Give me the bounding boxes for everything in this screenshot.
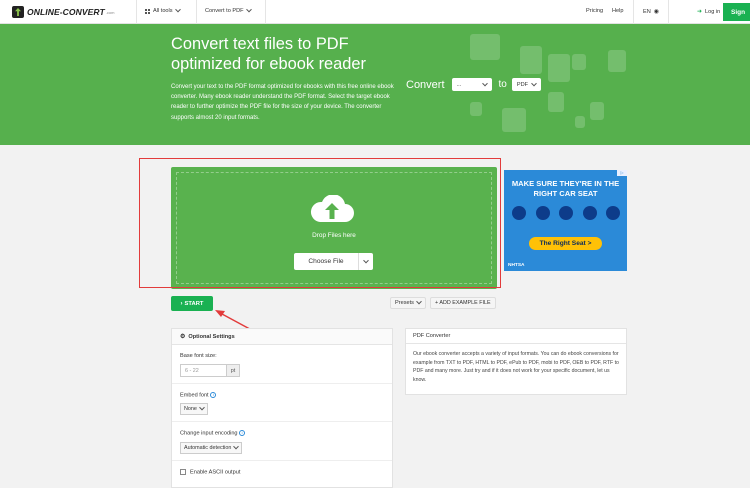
ascii-label: Enable ASCII output — [190, 469, 241, 476]
font-size-input[interactable]: 6 - 22 pt — [180, 364, 240, 377]
start-label: START — [184, 300, 204, 307]
nav-divider — [668, 0, 669, 24]
ascii-option[interactable]: Enable ASCII output — [180, 468, 384, 476]
login-link[interactable]: ➜ Log in — [697, 8, 721, 16]
top-navigation: ONLINE-CONVERT .com All tools Convert to… — [0, 0, 750, 24]
nav-divider — [265, 0, 266, 24]
language-label: EN — [643, 8, 651, 15]
ascii-setting: Enable ASCII output — [172, 461, 392, 481]
embed-font-value: None — [184, 406, 197, 413]
file-icon — [608, 50, 626, 72]
language-selector[interactable]: EN ◉ — [643, 8, 660, 16]
small-file-icon — [470, 102, 482, 116]
embed-font-label-wrap: Embed font i — [180, 392, 384, 398]
optional-settings-panel: ⚙ Optional Settings Base font size: 6 - … — [171, 328, 393, 488]
car-seat-icons — [512, 206, 620, 220]
convert-label: Convert — [406, 78, 445, 91]
ascii-checkbox[interactable] — [180, 468, 186, 475]
advertisement[interactable]: ▷ MAKE SURE THEY'RE IN THE RIGHT CAR SEA… — [504, 170, 627, 271]
convert-to-menu[interactable]: Convert to PDF — [205, 6, 252, 14]
globe-icon: ◉ — [653, 9, 660, 15]
logo-text: ONLINE-CONVERT — [27, 7, 105, 17]
help-link[interactable]: Help — [612, 8, 624, 14]
to-label: to — [498, 79, 507, 90]
pdf-converter-header: PDF Converter — [406, 329, 626, 344]
mail-icon — [470, 34, 500, 60]
target-format-select[interactable]: PDF — [511, 78, 542, 91]
chevron-down-icon — [233, 443, 240, 450]
convertible-seat-icon — [535, 206, 550, 220]
source-format-value: ... — [456, 81, 462, 88]
hero-banner: Convert text files to PDF optimized for … — [0, 24, 750, 145]
adult-seat-icon — [606, 206, 620, 220]
help-label: Help — [612, 8, 624, 14]
chart-icon — [502, 108, 526, 132]
target-format-value: PDF — [516, 81, 529, 88]
image-file-icon — [548, 92, 564, 112]
encoding-setting: Change input encoding i Automatic detect… — [172, 422, 392, 461]
login-icon: ➜ — [697, 9, 703, 15]
site-logo[interactable]: ONLINE-CONVERT .com — [12, 6, 114, 18]
seat-belt-icon — [582, 206, 597, 220]
grid-icon — [145, 8, 150, 14]
chevron-down-icon — [174, 6, 181, 13]
pdf-converter-info-panel: PDF Converter Our ebook converter accept… — [405, 328, 627, 395]
convert-format-selector: Convert ... to PDF — [406, 78, 542, 91]
presets-label: Presets — [395, 300, 414, 306]
embed-font-setting: Embed font i None — [172, 384, 392, 423]
encoding-value: Automatic detection — [184, 444, 232, 451]
all-tools-menu[interactable]: All tools — [145, 6, 181, 14]
font-size-unit: pt — [226, 365, 239, 376]
source-format-select[interactable]: ... — [451, 78, 492, 91]
font-size-label: Base font size: — [180, 353, 217, 359]
info-icon[interactable]: i — [239, 430, 246, 437]
encoding-label: Change input encoding — [180, 430, 238, 437]
optional-settings-header: ⚙ Optional Settings — [172, 329, 392, 345]
info-icon[interactable]: i — [210, 392, 217, 398]
start-button[interactable]: › START — [171, 296, 213, 311]
chevron-down-icon — [199, 405, 205, 411]
all-tools-label: All tools — [153, 8, 173, 14]
add-example-file-button[interactable]: + ADD EXAMPLE FILE — [430, 297, 496, 309]
encoding-label-wrap: Change input encoding i — [180, 430, 384, 437]
gear-icon: ⚙ — [180, 334, 186, 340]
convert-to-label: Convert to PDF — [205, 8, 244, 14]
booster-seat-icon — [559, 206, 573, 220]
chevron-down-icon — [531, 80, 537, 86]
document-icon — [520, 46, 542, 74]
infant-seat-icon — [512, 206, 526, 220]
font-size-placeholder[interactable]: 6 - 22 — [181, 365, 226, 376]
encoding-select[interactable]: Automatic detection — [180, 441, 243, 454]
font-size-setting: Base font size: 6 - 22 pt — [172, 345, 392, 384]
embed-font-select[interactable]: None — [180, 403, 208, 416]
logo-icon — [12, 6, 24, 18]
login-label: Log in — [705, 8, 721, 15]
embed-font-label: Embed font — [180, 392, 209, 399]
chevron-down-icon — [245, 6, 252, 13]
pricing-label: Pricing — [586, 8, 604, 14]
nav-divider — [196, 0, 197, 24]
optional-settings-title: Optional Settings — [188, 333, 235, 340]
ad-cta-button[interactable]: The Right Seat > — [529, 237, 602, 250]
pdf-converter-text: Our ebook converter accepts a variety of… — [413, 351, 619, 383]
ad-sponsor: NHTSA — [508, 263, 525, 268]
page-title: Convert text files to PDF optimized for … — [171, 35, 366, 73]
nav-divider — [633, 0, 634, 24]
nav-divider — [136, 0, 137, 24]
presets-dropdown[interactable]: Presets — [390, 297, 426, 309]
ad-choices-icon[interactable]: ▷ — [617, 170, 627, 176]
chevron-right-icon: › — [180, 300, 183, 307]
jpg-file-icon — [548, 54, 570, 82]
chevron-down-icon — [481, 80, 488, 86]
signup-button[interactable]: Sign — [723, 3, 750, 21]
audio-file-icon — [590, 102, 604, 120]
pricing-link[interactable]: Pricing — [586, 8, 603, 14]
image-file-icon — [572, 54, 586, 70]
ad-headline: MAKE SURE THEY'RE IN THE RIGHT CAR SEAT — [511, 179, 620, 198]
page-description: Convert your text to the PDF format opti… — [171, 84, 394, 121]
highlight-box — [139, 158, 501, 288]
small-file-icon — [575, 116, 585, 128]
chevron-down-icon — [416, 298, 422, 305]
logo-suffix: .com — [105, 9, 115, 15]
